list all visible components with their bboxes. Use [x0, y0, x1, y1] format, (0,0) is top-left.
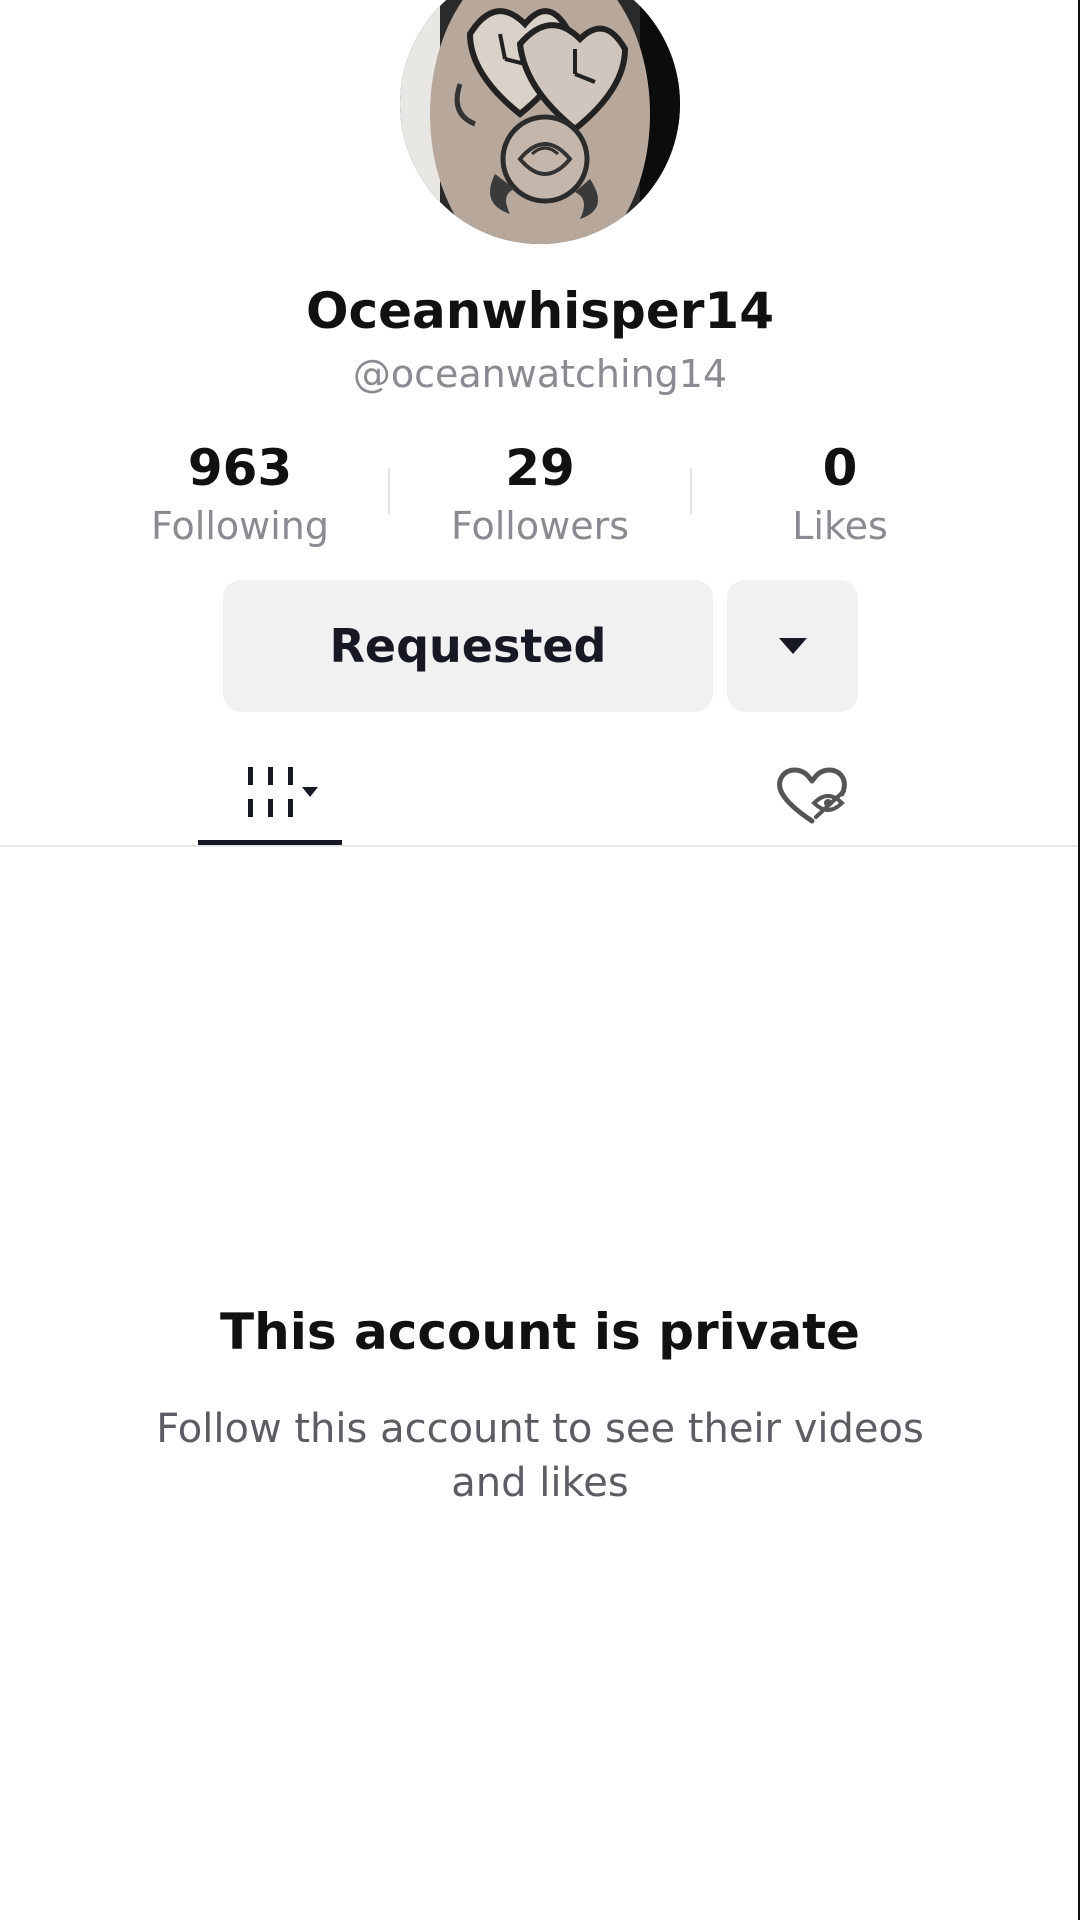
display-name: Oceanwhisper14 [305, 282, 775, 340]
stat-following-count: 963 [187, 439, 293, 497]
stat-following-label: Following [151, 504, 329, 548]
stat-likes-count: 0 [822, 439, 858, 497]
stat-likes-label: Likes [792, 504, 888, 548]
stat-divider [690, 468, 692, 514]
tabs-divider [0, 845, 1080, 847]
stat-followers-label: Followers [451, 504, 629, 548]
profile-page: Oceanwhisper14 @oceanwatching14 963 Foll… [0, 0, 1080, 1920]
hidden-likes-icon [777, 767, 847, 824]
requested-button[interactable]: Requested [223, 580, 713, 712]
stat-followers-count: 29 [505, 439, 575, 497]
videos-grid-icon [248, 767, 318, 817]
private-account-description: Follow this account to see their videos … [156, 1406, 924, 1506]
private-account-title: This account is private [220, 1303, 860, 1361]
username: @oceanwatching14 [352, 352, 728, 396]
more-options-button[interactable] [727, 580, 858, 712]
stat-likes[interactable]: 0 Likes [710, 438, 970, 554]
tab-liked-videos[interactable] [740, 745, 884, 845]
stat-following[interactable]: 963 Following [110, 438, 370, 554]
avatar[interactable] [400, 0, 680, 244]
caret-down-icon [778, 638, 807, 654]
stat-divider [388, 468, 390, 514]
stat-followers[interactable]: 29 Followers [410, 438, 670, 554]
avatar-image [400, 0, 680, 244]
tab-videos[interactable] [198, 745, 342, 845]
